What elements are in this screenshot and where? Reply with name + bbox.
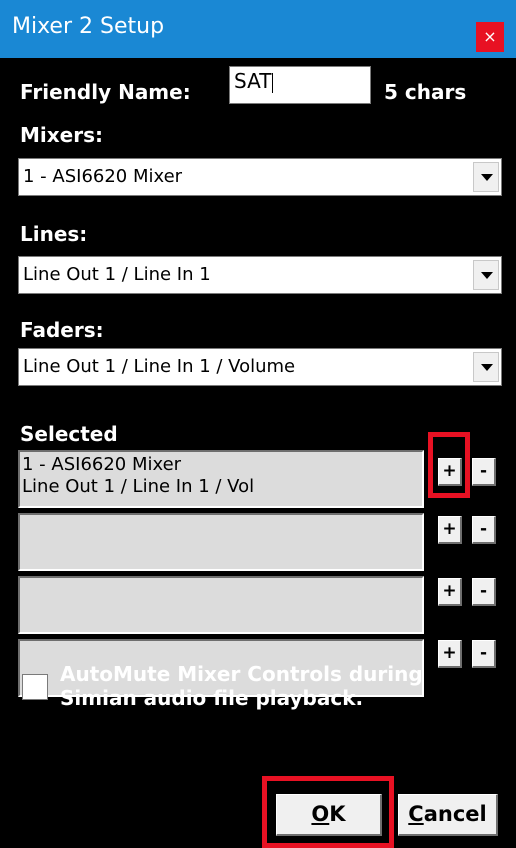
faders-dropdown[interactable]: Line Out 1 / Line In 1 / Volume <box>18 348 502 386</box>
ok-button-highlight <box>262 776 394 848</box>
automute-checkbox[interactable] <box>22 674 48 700</box>
title-bar: Mixer 2 Setup × <box>0 0 516 58</box>
slot-3-add-button[interactable]: + <box>438 578 462 606</box>
slot-1-line1: 1 - ASI6620 Mixer <box>22 454 182 475</box>
automute-label-line1: AutoMute Mixer Controls during <box>60 662 423 686</box>
slot-2-remove-button[interactable]: - <box>472 516 496 544</box>
cancel-button[interactable]: Cancel <box>398 794 498 836</box>
faders-selected-value: Line Out 1 / Line In 1 / Volume <box>23 356 296 377</box>
slot-4-remove-button[interactable]: - <box>472 640 496 668</box>
chevron-down-icon <box>481 174 493 181</box>
lines-dropdown-button[interactable] <box>473 260 499 290</box>
window-title: Mixer 2 Setup <box>12 14 165 39</box>
cancel-label-rest: ancel <box>423 802 487 826</box>
plus-button-highlight <box>428 432 470 498</box>
lines-label: Lines: <box>20 222 88 246</box>
lines-selected-value: Line Out 1 / Line In 1 <box>23 264 211 285</box>
text-caret <box>272 72 274 93</box>
faders-dropdown-button[interactable] <box>473 352 499 382</box>
chevron-down-icon <box>481 272 493 279</box>
mixers-label: Mixers: <box>20 123 103 147</box>
friendly-name-input[interactable]: SAT <box>229 66 371 104</box>
friendly-name-label: Friendly Name: <box>20 80 191 104</box>
selected-slot-1[interactable]: 1 - ASI6620 Mixer Line Out 1 / Line In 1… <box>18 450 424 508</box>
mixers-dropdown[interactable]: 1 - ASI6620 Mixer <box>18 158 502 196</box>
mixers-selected-value: 1 - ASI6620 Mixer <box>23 166 183 187</box>
slot-3-remove-button[interactable]: - <box>472 578 496 606</box>
close-button[interactable]: × <box>476 22 504 52</box>
slot-4-add-button[interactable]: + <box>438 640 462 668</box>
chevron-down-icon <box>481 364 493 371</box>
faders-label: Faders: <box>20 318 104 342</box>
selected-label: Selected <box>20 422 118 446</box>
lines-dropdown[interactable]: Line Out 1 / Line In 1 <box>18 256 502 294</box>
cancel-mnemonic: C <box>408 802 424 826</box>
close-icon: × <box>483 27 497 46</box>
mixers-dropdown-button[interactable] <box>473 162 499 192</box>
selected-slot-2[interactable] <box>18 513 424 571</box>
automute-label-line2: Simian audio file playback. <box>60 686 364 710</box>
friendly-name-value: SAT <box>234 69 272 93</box>
slot-2-add-button[interactable]: + <box>438 516 462 544</box>
char-count: 5 chars <box>384 80 467 104</box>
selected-slot-3[interactable] <box>18 576 424 634</box>
slot-1-line2: Line Out 1 / Line In 1 / Vol <box>22 476 255 497</box>
slot-1-remove-button[interactable]: - <box>472 458 496 486</box>
